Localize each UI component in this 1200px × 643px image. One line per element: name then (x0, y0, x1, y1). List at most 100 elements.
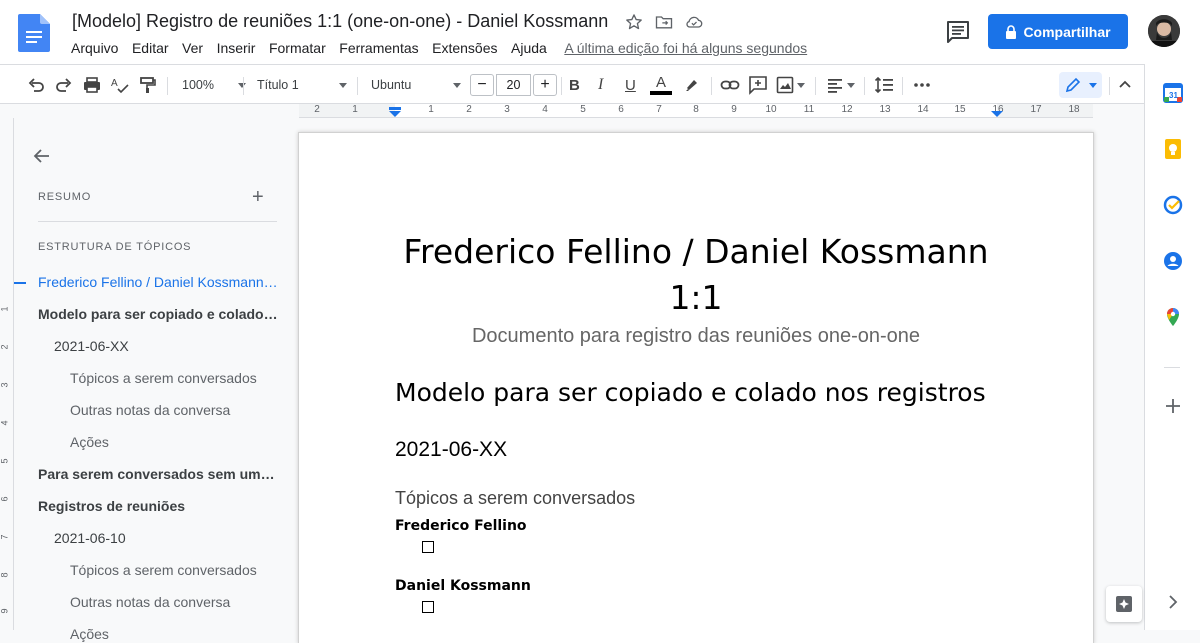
document-heading-1[interactable]: Modelo para ser copiado e colado nos reg… (395, 378, 986, 407)
outline-item[interactable]: Outras notas da conversa (70, 594, 278, 610)
italic-button[interactable]: I (598, 75, 603, 95)
header: [Modelo] Registro de reuniões 1:1 (one-o… (0, 0, 1200, 64)
chevron-right-icon[interactable] (1163, 592, 1183, 612)
right-indent-marker-icon[interactable] (990, 107, 1004, 117)
outline-item[interactable]: Ações (70, 434, 278, 450)
vruler-label: 6 (0, 496, 10, 502)
spellcheck-icon: A (111, 78, 129, 94)
svg-text:31: 31 (1169, 91, 1178, 100)
highlight-button[interactable] (683, 75, 701, 95)
outline-item[interactable]: Tópicos a serem conversados (70, 562, 278, 578)
outline-item[interactable]: Outras notas da conversa (70, 402, 278, 418)
explore-button[interactable] (1106, 586, 1142, 622)
paint-format-button[interactable] (138, 75, 158, 95)
zoom-value: 100% (182, 78, 214, 92)
docs-logo-icon[interactable] (18, 14, 50, 52)
zoom-select[interactable]: 100% (182, 75, 246, 95)
avatar[interactable] (1148, 15, 1180, 47)
font-select[interactable]: Ubuntu (371, 75, 461, 95)
underline-button[interactable]: U (625, 75, 636, 95)
task-checkbox[interactable] (422, 601, 434, 613)
participant-name[interactable]: Daniel Kossmann (395, 578, 531, 594)
vertical-ruler: 1 2 3 4 5 6 7 8 9 (0, 118, 14, 630)
keep-icon[interactable] (1163, 139, 1183, 159)
collapse-menus-button[interactable] (1117, 75, 1133, 95)
ruler-label: 17 (1030, 104, 1042, 115)
menu-ver[interactable]: Ver (182, 40, 203, 58)
ruler-label: 12 (841, 104, 853, 115)
ruler-track[interactable]: 2 1 1 2 3 4 5 6 7 8 9 10 11 12 13 14 15 … (299, 104, 1093, 118)
document-heading-3[interactable]: Tópicos a serem conversados (395, 488, 635, 509)
add-icon[interactable] (1163, 396, 1183, 416)
add-summary-button[interactable]: + (252, 186, 264, 209)
menu-inserir[interactable]: Inserir (217, 40, 256, 58)
back-arrow-icon[interactable] (32, 146, 52, 166)
ruler-label: 10 (765, 104, 777, 115)
outline-item[interactable]: Modelo para ser copiado e colado nos reg… (38, 306, 278, 322)
menu-ajuda[interactable]: Ajuda (511, 40, 547, 58)
ruler-label: 7 (656, 104, 662, 115)
ruler-label: 3 (504, 104, 510, 115)
paragraph-style-select[interactable]: Título 1 (257, 75, 347, 95)
star-icon[interactable] (624, 12, 644, 32)
insert-image-button[interactable] (776, 75, 805, 95)
menu-arquivo[interactable]: Arquivo (71, 40, 118, 58)
calendar-icon[interactable]: 31 (1163, 83, 1183, 103)
toolbar-divider (167, 77, 168, 95)
share-button[interactable]: Compartilhar (988, 14, 1128, 49)
decrease-font-size-button[interactable]: − (470, 74, 494, 96)
font-size-input[interactable]: 20 (496, 74, 531, 96)
insert-link-button[interactable] (720, 75, 740, 95)
outline-item[interactable]: 2021-06-10 (54, 530, 278, 546)
outline-item[interactable]: Ações (70, 626, 278, 642)
document-page[interactable]: Frederico Fellino / Daniel Kossmann 1:1 … (299, 133, 1093, 643)
ruler-label: 18 (1068, 104, 1080, 115)
spellcheck-button[interactable]: A (110, 75, 130, 95)
increase-font-size-button[interactable]: + (533, 74, 557, 96)
paragraph-style-value: Título 1 (257, 78, 299, 92)
bold-button[interactable]: B (569, 75, 580, 95)
text-color-button[interactable]: A (650, 75, 672, 95)
cloud-saved-icon[interactable] (684, 12, 704, 32)
contacts-icon[interactable] (1163, 251, 1183, 271)
align-button[interactable] (826, 75, 855, 95)
maps-icon[interactable] (1163, 307, 1183, 327)
add-comment-button[interactable] (748, 75, 768, 95)
chevron-up-icon (1119, 80, 1131, 88)
ruler-label: 14 (917, 104, 929, 115)
last-edit-link[interactable]: A última edição foi há alguns segundos (564, 40, 807, 58)
print-button[interactable] (82, 75, 102, 95)
document-heading-2[interactable]: 2021-06-XX (395, 438, 507, 462)
text-color-letter: A (655, 74, 666, 91)
document-title[interactable]: [Modelo] Registro de reuniões 1:1 (one-o… (72, 11, 608, 32)
chevron-down-icon (237, 82, 246, 88)
ruler-label: 2 (466, 104, 472, 115)
menu-formatar[interactable]: Formatar (269, 40, 326, 58)
menu-editar[interactable]: Editar (132, 40, 169, 58)
line-spacing-button[interactable] (874, 75, 894, 95)
outline-item[interactable]: Frederico Fellino / Daniel Kossmann 1:1 (38, 274, 278, 290)
document-subtitle[interactable]: Documento para registro das reuniões one… (299, 325, 1093, 348)
redo-button[interactable] (54, 75, 74, 95)
outline-item[interactable]: Tópicos a serem conversados (70, 370, 278, 386)
chevron-down-icon (847, 82, 855, 88)
task-checkbox[interactable] (422, 541, 434, 553)
move-folder-icon[interactable] (654, 12, 674, 32)
menu-extensoes[interactable]: Extensões (432, 40, 497, 58)
ruler-label: 4 (542, 104, 548, 115)
document-heading-title[interactable]: Frederico Fellino / Daniel Kossmann 1:1 (299, 229, 1093, 321)
left-indent-marker-icon[interactable] (388, 107, 402, 117)
ruler-label: 9 (731, 104, 737, 115)
outline-item[interactable]: 2021-06-XX (54, 338, 278, 354)
more-options-button[interactable] (912, 75, 932, 95)
menu-ferramentas[interactable]: Ferramentas (339, 40, 418, 58)
outline-item[interactable]: Registros de reuniões (38, 498, 278, 514)
chevron-down-icon (453, 82, 461, 88)
tasks-icon[interactable] (1163, 195, 1183, 215)
toolbar-divider (711, 77, 712, 95)
editing-mode-button[interactable] (1059, 72, 1102, 98)
outline-item[interactable]: Para serem conversados sem uma data espe… (38, 466, 278, 482)
undo-button[interactable] (26, 75, 46, 95)
comments-icon[interactable] (945, 20, 971, 44)
participant-name[interactable]: Frederico Fellino (395, 518, 527, 534)
